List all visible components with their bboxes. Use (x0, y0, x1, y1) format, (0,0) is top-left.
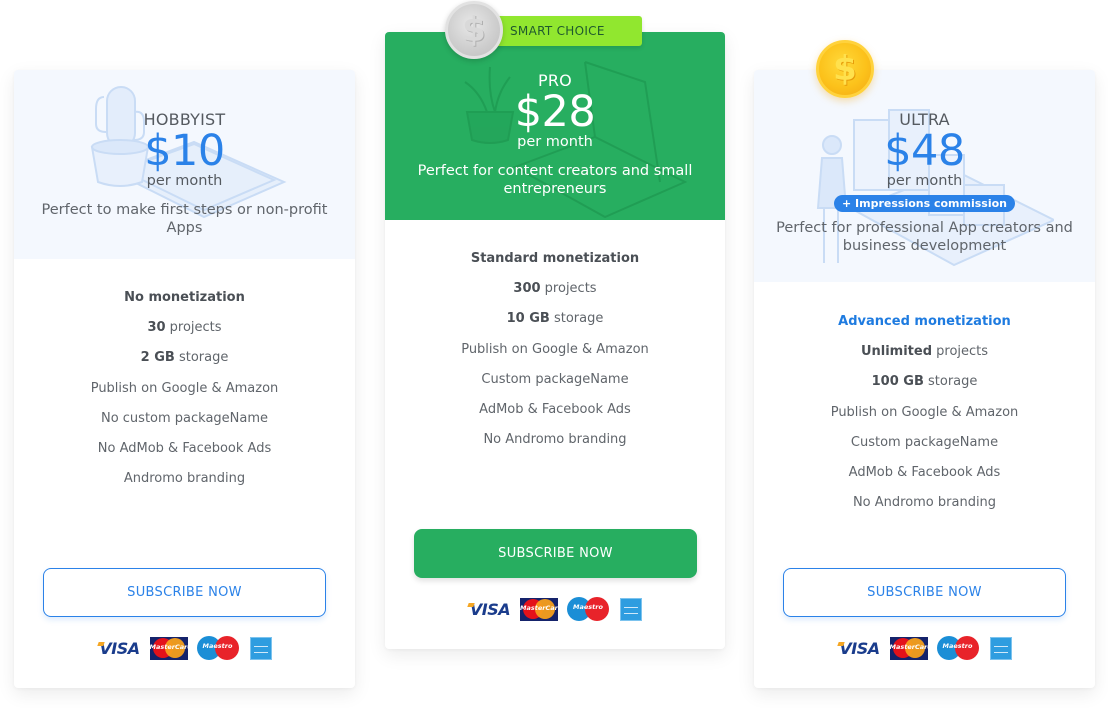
maestro-icon: Maestro (936, 636, 980, 660)
feature-item: Standard monetization (470, 251, 640, 266)
plan-description: Perfect for content creators and small e… (417, 163, 693, 197)
plan-period: per month (146, 173, 223, 189)
feature-item: Andromo branding (123, 471, 246, 487)
plan-price: $28 (514, 87, 596, 137)
feature-item: AdMob & Facebook Ads (848, 464, 1001, 480)
feature-item: Custom packageName (481, 371, 629, 387)
plan-price: $48 (884, 126, 965, 176)
payment-methods: VISA MasterCard Maestro (385, 597, 725, 621)
feature-list: No monetization 30 projects 2 GB storage… (14, 283, 355, 494)
feature-item: Publish on Google & Amazon (90, 380, 279, 396)
feature-item: No Andromo branding (483, 432, 627, 448)
amex-icon (249, 636, 272, 660)
gold-coin-icon: $ (816, 40, 874, 98)
visa-icon: VISA (469, 599, 511, 619)
feature-item: Custom packageName (850, 434, 999, 450)
plan-header: HOBBYIST $10 per month Perfect to make f… (14, 70, 355, 259)
amex-icon (989, 636, 1012, 660)
plan-card-hobbyist: HOBBYIST $10 per month Perfect to make f… (14, 70, 355, 688)
feature-list: Standard monetization 300 projects 10 GB… (385, 244, 725, 455)
mastercard-icon: MasterCard (520, 597, 558, 621)
plan-description: Perfect for professional App creators an… (776, 220, 1073, 254)
amex-icon (620, 597, 642, 621)
feature-item: Unlimited projects (860, 344, 989, 360)
mastercard-icon: MasterCard (149, 636, 188, 660)
mastercard-icon: MasterCard (889, 636, 928, 660)
maestro-icon: Maestro (196, 636, 240, 660)
plan-period: per month (517, 134, 593, 150)
feature-item: Advanced monetization (838, 314, 1011, 329)
feature-item: No monetization (124, 290, 245, 305)
impressions-commission-badge: + Impressions commission (833, 195, 1016, 212)
payment-methods: VISA MasterCard Maestro (754, 636, 1095, 660)
feature-item: 2 GB storage (140, 350, 229, 366)
feature-item: Publish on Google & Amazon (461, 341, 649, 357)
subscribe-pro-button[interactable]: SUBSCRIBE NOW (414, 529, 697, 578)
plan-card-pro: PRO $28 per month Perfect for content cr… (385, 32, 725, 649)
plan-header: ULTRA $48 per month + Impressions commis… (754, 70, 1095, 282)
plan-card-ultra: ULTRA $48 per month + Impressions commis… (754, 70, 1095, 688)
feature-item: AdMob & Facebook Ads (479, 401, 631, 417)
feature-item: 300 projects (513, 281, 597, 297)
visa-icon: VISA (99, 638, 140, 658)
subscribe-hobbyist-button[interactable]: SUBSCRIBE NOW (43, 568, 326, 617)
feature-item: 10 GB storage (506, 311, 604, 327)
silver-coin-icon: $ (445, 1, 503, 59)
feature-item: 30 projects (147, 320, 222, 336)
feature-item: No custom packageName (100, 410, 269, 426)
subscribe-ultra-button[interactable]: SUBSCRIBE NOW (783, 568, 1066, 617)
plan-period: per month (886, 173, 963, 189)
feature-list: Advanced monetization Unlimited projects… (754, 307, 1095, 518)
maestro-icon: Maestro (566, 597, 610, 621)
plan-header: PRO $28 per month Perfect for content cr… (385, 32, 725, 220)
visa-icon: VISA (839, 638, 880, 658)
feature-item: No Andromo branding (852, 495, 997, 511)
feature-item: 100 GB storage (871, 374, 978, 390)
plan-price: $10 (144, 126, 225, 176)
feature-item: No AdMob & Facebook Ads (97, 440, 272, 456)
plan-description: Perfect to make first steps or non-profi… (41, 202, 328, 236)
payment-methods: VISA MasterCard Maestro (14, 636, 355, 660)
feature-item: Publish on Google & Amazon (830, 404, 1019, 420)
